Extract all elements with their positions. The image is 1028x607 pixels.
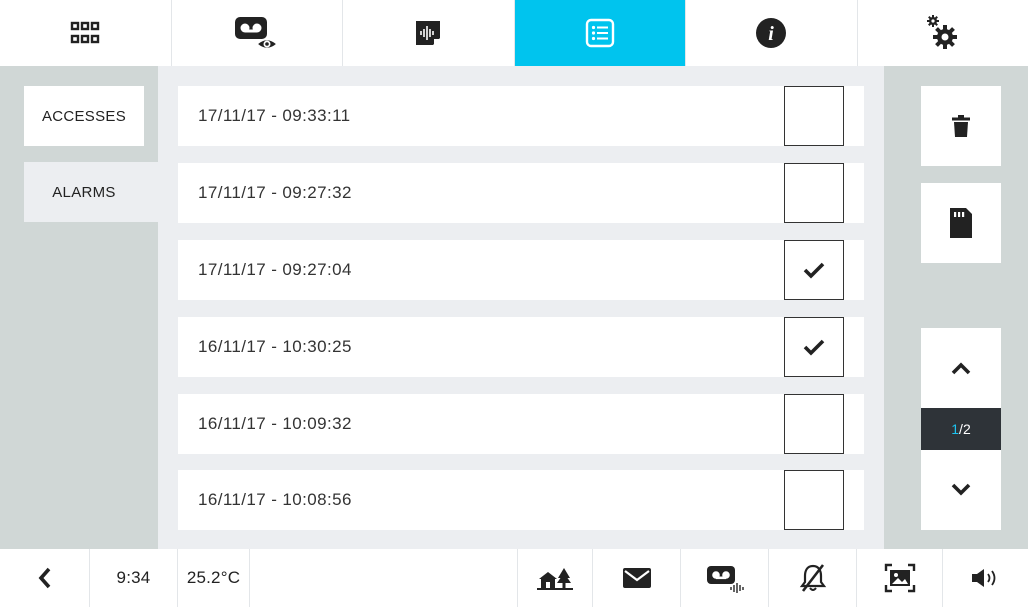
tab-alarms[interactable]: ALARMS	[24, 162, 158, 222]
list-item[interactable]: 17/11/17 - 09:27:32	[178, 163, 864, 223]
bell-off-icon	[799, 564, 826, 592]
delete-button[interactable]	[921, 86, 1001, 166]
event-list: 17/11/17 - 09:33:11 17/11/17 - 09:27:32 …	[158, 66, 884, 549]
select-checkbox[interactable]	[784, 86, 844, 146]
event-date: 17/11/17 - 09:27:04	[198, 260, 352, 279]
svg-text:i: i	[768, 23, 774, 45]
time-text: 9:34	[116, 568, 151, 587]
status-spacer	[250, 549, 518, 607]
chevron-down-icon	[951, 483, 971, 496]
select-checkbox[interactable]	[784, 163, 844, 223]
list-item[interactable]: 17/11/17 - 09:33:11	[178, 86, 864, 146]
tab-accesses[interactable]: ACCESSES	[24, 86, 144, 146]
event-date: 16/11/17 - 10:08:56	[198, 490, 352, 509]
audio-note-icon	[416, 21, 441, 45]
sd-card-icon	[950, 208, 972, 238]
event-date: 16/11/17 - 10:09:32	[198, 414, 352, 433]
log-list-tab[interactable]	[514, 0, 686, 66]
select-checkbox[interactable]	[784, 470, 844, 530]
back-icon	[38, 567, 50, 589]
audio-note-button[interactable]	[343, 0, 515, 66]
page-total: 2	[962, 421, 971, 437]
list-item[interactable]: 16/11/17 - 10:08:56	[178, 470, 864, 530]
info-icon: i	[756, 18, 787, 48]
trash-icon	[952, 115, 970, 137]
status-bar: 9:34 25.2°C	[0, 549, 1028, 607]
info-button[interactable]: i	[686, 0, 858, 66]
page-indicator: 1/2	[921, 408, 1001, 450]
select-checkbox[interactable]	[784, 317, 844, 377]
list-icon	[585, 18, 614, 48]
grid-icon	[71, 21, 100, 44]
temperature: 25.2°C	[178, 549, 250, 607]
list-item[interactable]: 17/11/17 - 09:27:04	[178, 240, 864, 300]
gears-icon	[926, 15, 957, 49]
list-item[interactable]: 16/11/17 - 10:30:25	[178, 317, 864, 377]
picture-frame-button[interactable]	[857, 549, 943, 607]
select-checkbox[interactable]	[784, 240, 844, 300]
chevron-up-icon	[951, 362, 971, 375]
apps-grid-button[interactable]	[0, 0, 172, 66]
page-up-button[interactable]	[921, 328, 1001, 408]
ringer-mute-button[interactable]	[769, 549, 857, 607]
speaker-icon	[971, 569, 995, 587]
actions-panel: 1/2	[884, 66, 1028, 549]
category-sidebar: ACCESSES ALARMS	[0, 66, 158, 549]
event-date: 17/11/17 - 09:33:11	[198, 106, 351, 125]
top-nav-bar: i	[0, 0, 1028, 66]
picture-frame-icon	[884, 563, 915, 593]
save-to-sd-button[interactable]	[921, 183, 1001, 263]
page-down-button[interactable]	[921, 450, 1001, 530]
checkmark-icon	[803, 262, 825, 279]
clock: 9:34	[90, 549, 178, 607]
checkmark-icon	[803, 339, 825, 356]
back-button[interactable]	[0, 549, 90, 607]
settings-button[interactable]	[858, 0, 1028, 66]
voicemail-eye-icon	[234, 17, 278, 50]
page-current: 1	[951, 421, 960, 437]
home-status-button[interactable]	[518, 549, 593, 607]
video-memo-button[interactable]	[172, 0, 343, 66]
tab-accesses-label: ACCESSES	[41, 107, 127, 125]
event-date: 16/11/17 - 10:30:25	[198, 337, 352, 356]
messages-button[interactable]	[593, 549, 681, 607]
home-trees-icon	[537, 568, 573, 590]
voicemail-audio-icon	[706, 566, 744, 593]
temperature-text: 25.2°C	[186, 568, 241, 587]
event-date: 17/11/17 - 09:27:32	[198, 183, 352, 202]
tab-alarms-label: ALARMS	[52, 183, 116, 201]
volume-button[interactable]	[943, 549, 1028, 607]
select-checkbox[interactable]	[784, 394, 844, 454]
list-item[interactable]: 16/11/17 - 10:09:32	[178, 394, 864, 454]
voicemail-button[interactable]	[681, 549, 769, 607]
mail-icon	[622, 568, 651, 588]
